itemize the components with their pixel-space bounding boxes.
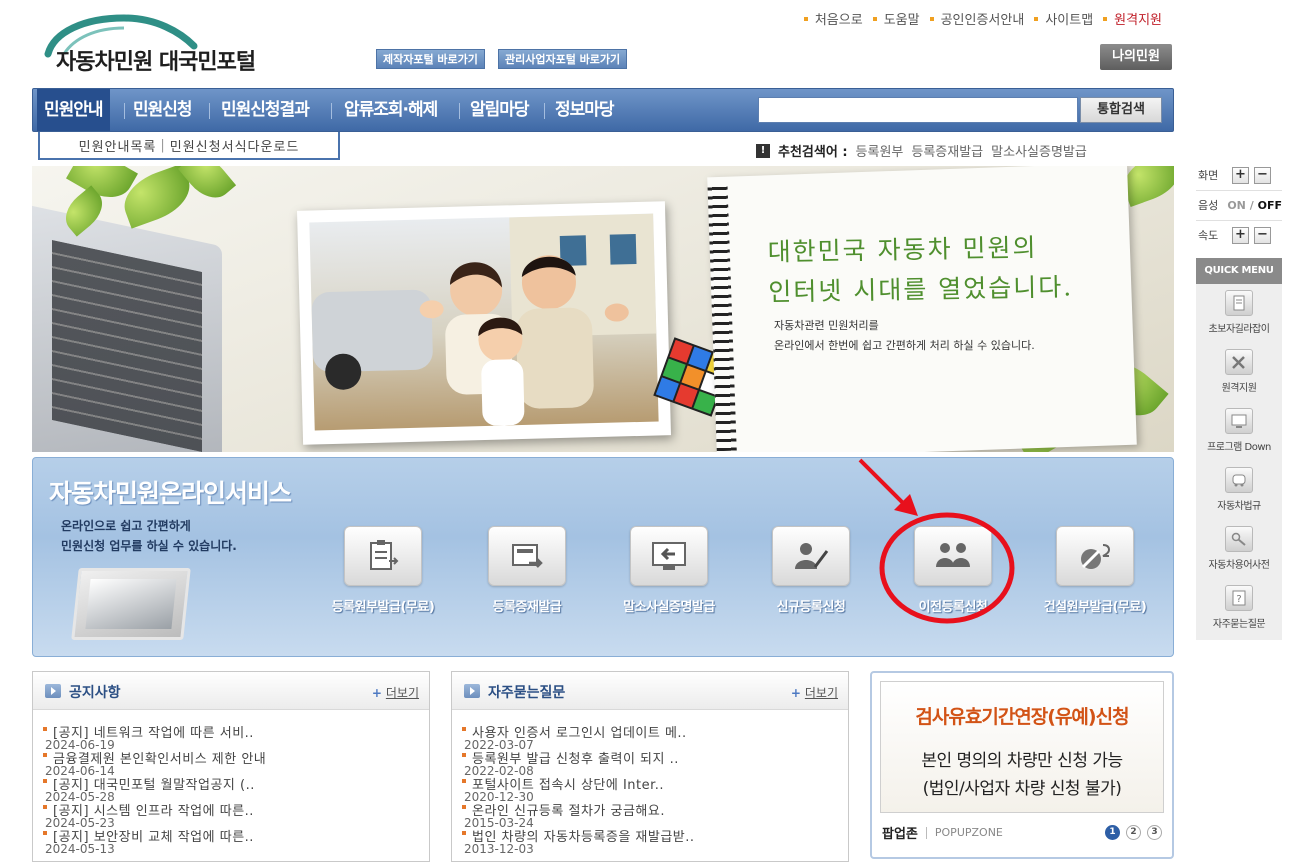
- popup-page-2[interactable]: 2: [1126, 825, 1141, 840]
- online-services-panel: 자동차민원온라인서비스 온라인으로 쉽고 간편하게 민원신청 업무를 하실 수 …: [32, 457, 1174, 657]
- question-icon: ?: [1232, 590, 1246, 606]
- quick-faq[interactable]: ? 자주묻는질문: [1196, 581, 1282, 637]
- nav-info[interactable]: 정보마당: [555, 89, 615, 131]
- faq-row[interactable]: 사용자 인증서 로그인시 업데이트 메.. 2022-03-07: [462, 722, 848, 752]
- voice-control: 음성 ON / OFF: [1198, 198, 1282, 213]
- popup-line: 본인 명의의 차량만 신청 가능: [921, 751, 1123, 771]
- nav-notice[interactable]: 알림마당: [470, 89, 530, 131]
- sitemap-link[interactable]: 사이트맵: [1034, 9, 1093, 28]
- speed-control: 속도 + −: [1198, 223, 1282, 247]
- faq-more-link[interactable]: 더보기: [791, 684, 838, 701]
- quick-menu-header: QUICK MENU: [1196, 258, 1282, 284]
- search-button[interactable]: 통합검색: [1080, 97, 1162, 123]
- faq-board: 자주묻는질문 더보기 사용자 인증서 로그인시 업데이트 메..2022-03-…: [451, 671, 849, 862]
- popup-zone: 검사유효기간연장(유예)신청 본인 명의의 차량만 신청 가능 (법인/사업자 …: [870, 671, 1174, 859]
- document-clipboard-icon: [370, 540, 399, 570]
- screen-size-control: 화면 + −: [1198, 163, 1282, 187]
- my-complaints-button[interactable]: 나의민원: [1100, 44, 1172, 70]
- top-links: 처음으로 도움말 공인인증서안내 사이트맵 원격지원: [804, 9, 1162, 28]
- hero-headline: 대한민국 자동차 민원의 인터넷 시대를 열었습니다.: [767, 232, 1074, 307]
- faq-row[interactable]: 포털사이트 접속시 상단에 Inter.. 2020-12-30: [462, 774, 848, 804]
- popup-title: 검사유효기간연장(유예)신청: [915, 706, 1129, 728]
- service-transfer-registration[interactable]: 이전등록신청: [893, 526, 1013, 615]
- faq-row[interactable]: 법인 차량의 자동차등록증을 재발급받.. 2013-12-03: [462, 826, 848, 856]
- person-pen-icon: [795, 543, 829, 569]
- quick-program-download[interactable]: 프로그램 Down: [1196, 404, 1282, 460]
- nav-results[interactable]: 민원신청결과: [221, 89, 310, 131]
- service-deregistration-proof[interactable]: 말소사실증명발급: [609, 526, 729, 615]
- document-icon: [1233, 295, 1245, 311]
- services-title: 자동차민원온라인서비스: [49, 479, 292, 508]
- home-link[interactable]: 처음으로: [804, 9, 863, 28]
- notice-row[interactable]: [공지] 대국민포털 월말작업공지 (.. 2024-05-28: [43, 774, 429, 804]
- hero-subtext: 자동차관련 민원처리를 온라인에서 한번에 쉽고 간편하게 처리 하실 수 있습…: [774, 319, 1035, 352]
- service-register-record[interactable]: 등록원부발급(무료): [323, 526, 443, 615]
- computer-icon: [1231, 414, 1247, 428]
- card-reissue-icon: [512, 544, 543, 568]
- notice-board: 공지사항 더보기 [공지] 네트워크 작업에 따른 서비..2024-06-19…: [32, 671, 430, 862]
- notice-row[interactable]: 금융결제원 본인확인서비스 제한 안내 2024-06-14: [43, 748, 429, 778]
- faq-title: 자주묻는질문: [488, 685, 566, 701]
- nav-guide[interactable]: 민원안내: [37, 89, 110, 131]
- notice-row[interactable]: [공지] 네트워크 작업에 따른 서비.. 2024-06-19: [43, 722, 429, 752]
- popup-banner[interactable]: 검사유효기간연장(유예)신청 본인 명의의 차량만 신청 가능 (법인/사업자 …: [880, 681, 1164, 813]
- quick-car-law[interactable]: 자동차법규: [1196, 463, 1282, 519]
- services-description: 온라인으로 쉽고 간편하게 민원신청 업무를 하실 수 있습니다.: [61, 519, 237, 553]
- board-bullet-icon: [464, 684, 480, 698]
- popup-pager: 1 2 3: [1105, 825, 1162, 840]
- speed-up-button[interactable]: +: [1232, 226, 1249, 244]
- car-icon: [1232, 474, 1246, 487]
- service-new-registration[interactable]: 신규등록신청: [751, 526, 871, 615]
- tools-icon: [1232, 356, 1245, 369]
- service-certificate-reissue[interactable]: 등록증재발급: [467, 526, 587, 615]
- sub-nav: 민원안내목록 | 민원신청서식다운로드: [38, 132, 340, 160]
- quick-remote-support[interactable]: 원격지원: [1196, 345, 1282, 401]
- certificate-guide-link[interactable]: 공인인증서안내: [930, 9, 1025, 28]
- quick-beginner-guide[interactable]: 초보자길라잡이: [1196, 286, 1282, 342]
- speed-down-button[interactable]: −: [1254, 226, 1271, 244]
- zoom-in-button[interactable]: +: [1232, 166, 1249, 184]
- board-bullet-icon: [45, 684, 61, 698]
- alert-icon: !: [756, 143, 770, 158]
- remote-support-link[interactable]: 원격지원: [1103, 9, 1162, 28]
- subnav-form-download[interactable]: 민원신청서식다운로드: [170, 136, 300, 155]
- recommend-label: 추천검색어 :: [778, 145, 848, 160]
- recommended-search: ! 추천검색어 : 등록원부 등록증재발급 말소사실증명발급: [756, 141, 1087, 160]
- nav-apply[interactable]: 민원신청: [133, 89, 193, 131]
- faq-row[interactable]: 온라인 신규등록 절차가 궁금해요. 2015-03-24: [462, 800, 848, 830]
- notice-title: 공지사항: [69, 685, 121, 701]
- popup-zone-label: 팝업존: [882, 827, 918, 842]
- notice-more-link[interactable]: 더보기: [372, 684, 419, 701]
- monitor-image: [71, 568, 191, 640]
- popup-page-3[interactable]: 3: [1147, 825, 1162, 840]
- popup-zone-eng: POPUPZONE: [934, 826, 1003, 839]
- two-persons-icon: [936, 543, 970, 567]
- key-icon: [1231, 532, 1246, 546]
- recommend-term[interactable]: 말소사실증명발급: [991, 141, 1087, 160]
- quick-menu: 초보자길라잡이 원격지원 프로그램 Down 자동차법규 자동차용어사전 ? 자…: [1196, 284, 1282, 640]
- notice-row[interactable]: [공지] 시스템 인프라 작업에 따른.. 2024-05-23: [43, 800, 429, 830]
- popup-line: (법인/사업자 차량 신청 불가): [922, 779, 1122, 799]
- wrench-icon: [1081, 544, 1111, 569]
- service-construction-record[interactable]: 건설원부발급(무료): [1035, 526, 1155, 615]
- notice-row[interactable]: [공지] 보안장비 교체 작업에 따른.. 2024-05-13: [43, 826, 429, 856]
- help-link[interactable]: 도움말: [873, 9, 920, 28]
- maker-portal-button[interactable]: 제작자포털 바로가기: [376, 49, 485, 69]
- voice-toggle[interactable]: ON / OFF: [1227, 199, 1282, 212]
- monitor-arrow-icon: [652, 542, 686, 570]
- faq-row[interactable]: 등록원부 발급 신청후 출력이 되지 .. 2022-02-08: [462, 748, 848, 778]
- svg-text:?: ?: [1236, 594, 1241, 605]
- subnav-guide-list[interactable]: 민원안내목록: [79, 136, 157, 155]
- family-photo: [297, 201, 671, 445]
- recommend-term[interactable]: 등록원부: [856, 141, 904, 160]
- zoom-out-button[interactable]: −: [1254, 166, 1271, 184]
- manager-portal-button[interactable]: 관리사업자포털 바로가기: [498, 49, 628, 69]
- hero-banner: 대한민국 자동차 민원의 인터넷 시대를 열었습니다. 자동차관련 민원처리를 …: [32, 166, 1174, 452]
- quick-car-glossary[interactable]: 자동차용어사전: [1196, 522, 1282, 578]
- popup-page-1[interactable]: 1: [1105, 825, 1120, 840]
- site-logo[interactable]: 자동차민원 대국민포털: [56, 44, 256, 76]
- search-input[interactable]: [758, 97, 1078, 123]
- nav-seizure[interactable]: 압류조회·해제: [344, 89, 438, 131]
- recommend-term[interactable]: 등록증재발급: [911, 141, 983, 160]
